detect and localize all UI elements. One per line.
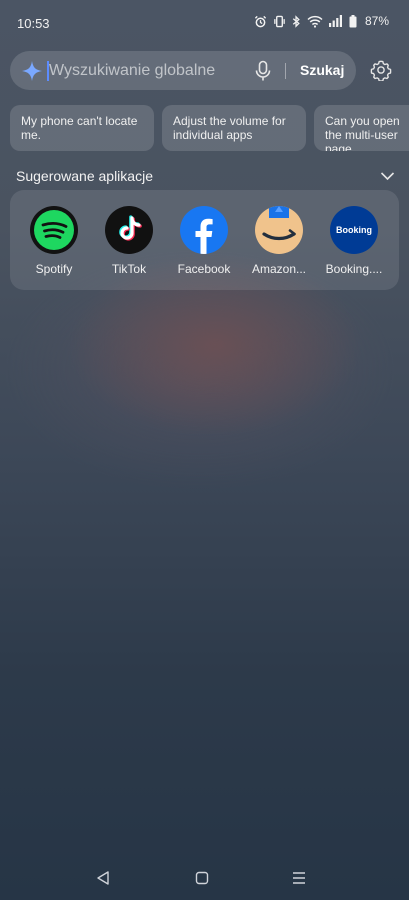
navigation-bar [0, 860, 409, 900]
status-bar: 10:53 87% [0, 0, 409, 48]
app-amazon[interactable]: Amazon... [246, 206, 312, 276]
settings-gear-icon[interactable] [370, 59, 392, 86]
home-icon[interactable] [195, 870, 209, 891]
app-booking[interactable]: Booking Booking.... [321, 206, 387, 276]
battery-icon [349, 14, 357, 28]
battery-percent: 87% [364, 14, 389, 28]
section-title: Sugerowane aplikacje [16, 168, 153, 184]
signal-icon [328, 15, 343, 27]
alarm-icon [254, 15, 267, 28]
amazon-icon [255, 206, 303, 254]
bluetooth-icon [292, 14, 301, 28]
app-tiktok[interactable]: TikTok [96, 206, 162, 276]
app-facebook[interactable]: Facebook [171, 206, 237, 276]
global-search-bar[interactable]: Wyszukiwanie globalne Szukaj [10, 51, 356, 90]
divider [285, 63, 286, 79]
search-button[interactable]: Szukaj [300, 62, 344, 78]
microphone-icon[interactable] [254, 60, 272, 87]
suggested-apps-card: Spotify TikTok Facebook Amazon... Bookin… [10, 190, 399, 290]
facebook-icon [180, 206, 228, 254]
chevron-down-icon[interactable] [380, 168, 395, 186]
recents-icon[interactable] [292, 870, 306, 891]
booking-logo-text: Booking [336, 225, 372, 235]
suggestion-chip[interactable]: Can you open the multi-user page [314, 105, 409, 151]
spotify-icon [30, 206, 78, 254]
search-input[interactable]: Wyszukiwanie globalne [49, 62, 215, 80]
app-label: TikTok [111, 262, 147, 276]
suggestion-chip[interactable]: Adjust the volume for individual apps [162, 105, 306, 151]
app-label: Facebook [177, 262, 231, 276]
app-spotify[interactable]: Spotify [21, 206, 87, 276]
tiktok-icon [105, 206, 153, 254]
ai-sparkle-icon [21, 60, 43, 87]
wifi-icon [307, 15, 323, 28]
status-time: 10:53 [17, 16, 50, 31]
back-icon[interactable] [96, 870, 110, 891]
app-label: Amazon... [251, 262, 307, 276]
app-label: Spotify [35, 262, 73, 276]
app-label: Booking.... [325, 262, 383, 276]
status-icons: 87% [254, 14, 389, 28]
suggestion-chip[interactable]: My phone can't locate me. [10, 105, 154, 151]
vibrate-icon [273, 15, 286, 28]
booking-icon: Booking [330, 206, 378, 254]
